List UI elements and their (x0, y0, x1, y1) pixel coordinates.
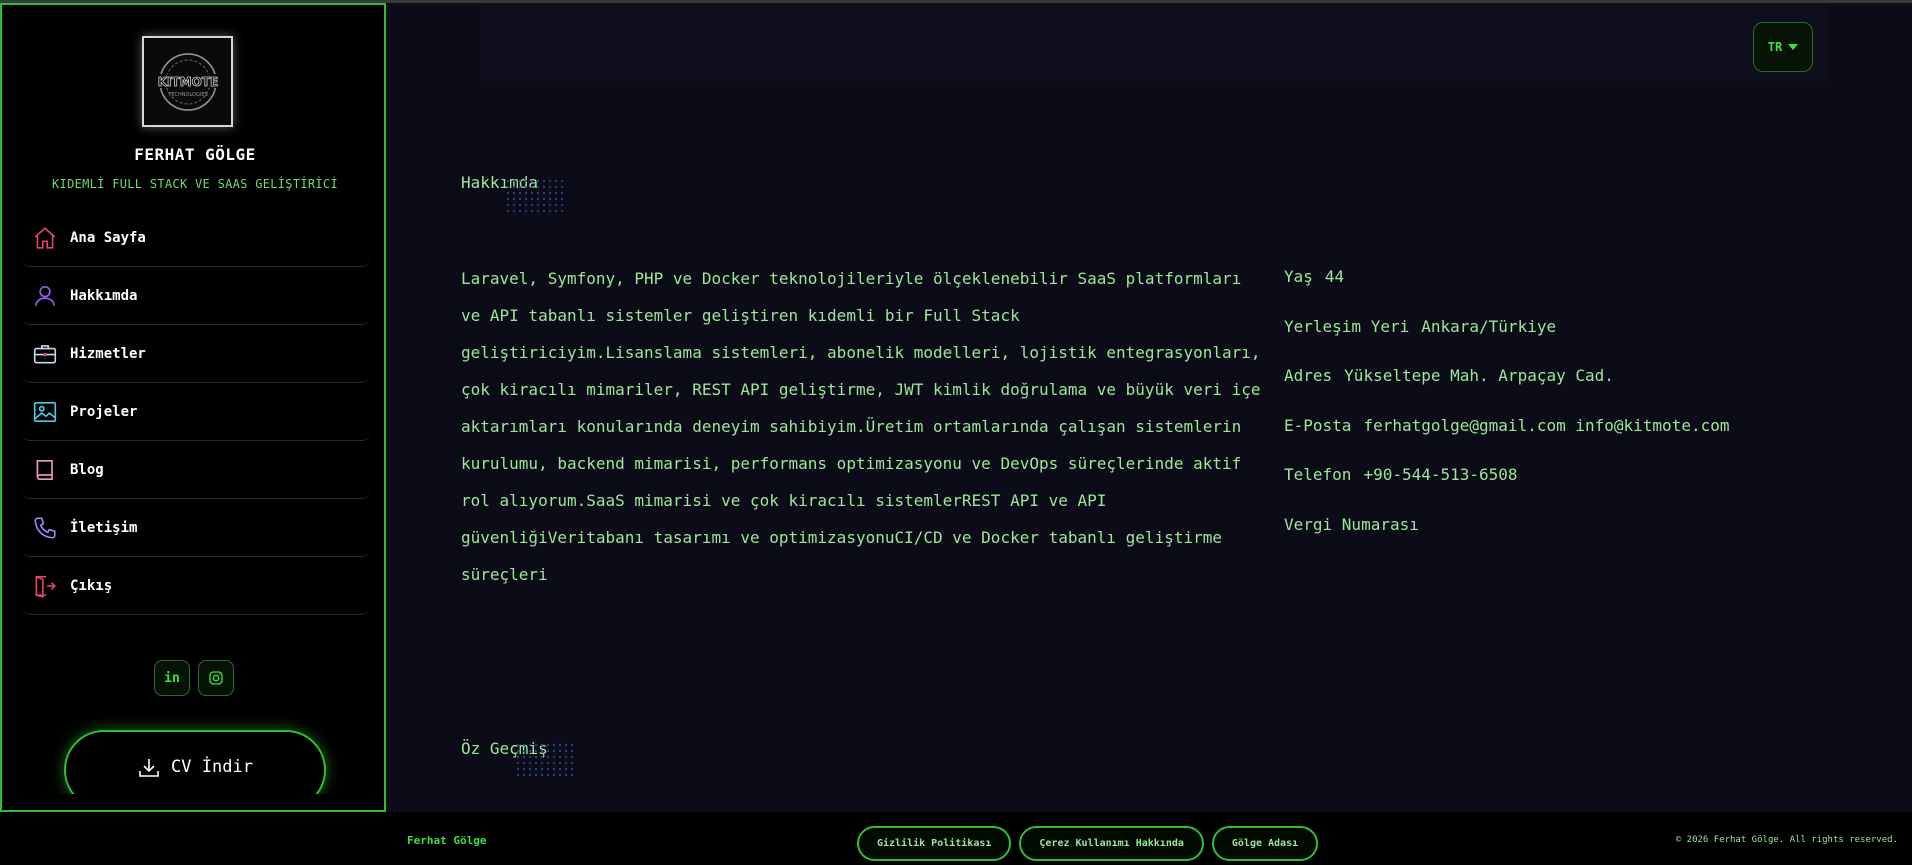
svg-text:KITMOTE: KITMOTE (157, 75, 217, 89)
sidebar-item-blog[interactable]: Blog (22, 441, 370, 499)
sidebar-item-label: Ana Sayfa (70, 229, 146, 246)
personal-info: Yaş 44 Yerleşim Yeri Ankara/Türkiye Adres Y… (1284, 260, 1729, 557)
briefcase-icon (30, 339, 60, 369)
footer-copyright: © 2026 Ferhat Gölge. All rights reserved… (1675, 835, 1898, 845)
sidebar-item-contact[interactable]: İletişim (22, 499, 370, 557)
kitmote-logo-icon: KITMOTE TECHNOLOGIES (153, 52, 222, 111)
sidebar-nav: Ana Sayfa Hakkımda Hizmetler Projeler Bl… (22, 209, 370, 615)
info-location: Yerleşim Yeri Ankara/Türkiye (1284, 310, 1729, 360)
download-icon (139, 759, 159, 777)
dots-decoration (515, 742, 573, 776)
info-age: Yaş 44 (1284, 260, 1729, 310)
profile-name: FERHAT GÖLGE (134, 145, 256, 164)
info-label: Vergi Numarası (1284, 514, 1419, 534)
sidebar-item-home[interactable]: Ana Sayfa (22, 209, 370, 267)
info-label: Yerleşim Yeri (1284, 316, 1410, 336)
header-bar (480, 3, 1826, 81)
sidebar-item-label: Blog (70, 461, 104, 478)
cv-download-label: CV İndir (171, 757, 253, 777)
info-value: Yükseltepe Mah. Arpaçay Cad. (1344, 366, 1614, 385)
svg-text:TECHNOLOGIES: TECHNOLOGIES (167, 92, 207, 98)
instagram-button[interactable] (198, 660, 234, 696)
sidebar-item-label: Hizmetler (70, 345, 146, 362)
sidebar-item-services[interactable]: Hizmetler (22, 325, 370, 383)
golge-adasi-link[interactable]: Gölge Adası (1211, 826, 1319, 861)
info-label: E-Posta (1284, 415, 1352, 435)
sidebar-item-label: İletişim (70, 519, 138, 536)
footer-links: Gizlilik Politikası Çerez Kullanımı Hakk… (857, 826, 1319, 861)
info-value: Ankara/Türkiye (1421, 316, 1557, 336)
image-icon (30, 397, 60, 427)
phone-icon (30, 513, 60, 543)
user-icon (30, 281, 60, 311)
privacy-policy-link[interactable]: Gizlilik Politikası (857, 826, 1012, 861)
book-icon (30, 455, 60, 485)
sidebar-item-label: Projeler (70, 403, 138, 420)
sidebar-item-about[interactable]: Hakkımda (22, 267, 370, 325)
linkedin-button[interactable]: in (154, 660, 190, 696)
info-label: Telefon (1284, 465, 1352, 484)
sidebar-item-logout[interactable]: Çıkış (22, 557, 370, 615)
sidebar-item-projects[interactable]: Projeler (22, 383, 370, 441)
about-description: Laravel, Symfony, PHP ve Docker teknoloj… (461, 269, 1261, 584)
info-label: Yaş (1284, 267, 1313, 286)
language-label: TR (1767, 40, 1783, 54)
linkedin-icon: in (164, 670, 180, 686)
social-links: in (154, 660, 234, 696)
footer: Ferhat Gölge Gizlilik Politikası Çerez K… (0, 812, 1912, 865)
info-value: ferhatgolge@gmail.com info@kitmote.com (1363, 415, 1730, 435)
info-email: E-Posta ferhatgolge@gmail.com info@kitmot… (1284, 409, 1729, 459)
sidebar-item-label: Çıkış (70, 577, 113, 594)
info-phone: Telefon +90-544-513-6508 (1284, 458, 1729, 508)
info-label: Adres (1284, 366, 1333, 385)
logo: KITMOTE TECHNOLOGIES (142, 36, 233, 127)
info-tax-number: Vergi Numarası (1284, 508, 1729, 558)
footer-brand: Ferhat Gölge (407, 834, 487, 847)
sidebar-item-label: Hakkımda (70, 287, 138, 304)
sidebar-bottom-mask (2, 794, 384, 810)
home-icon (30, 223, 60, 253)
logout-icon (30, 571, 60, 601)
info-address: Adres Yükseltepe Mah. Arpaçay Cad. (1284, 359, 1729, 409)
instagram-icon (209, 671, 223, 685)
chevron-down-icon (1788, 44, 1799, 50)
sidebar: KITMOTE TECHNOLOGIES FERHAT GÖLGE KIDEML… (0, 3, 386, 812)
info-value: 44 (1324, 267, 1345, 286)
cookie-policy-link[interactable]: Çerez Kullanımı Hakkında (1019, 826, 1204, 861)
language-selector[interactable]: TR (1753, 22, 1813, 72)
profile-subtitle: KIDEMLİ FULL STACK VE SAAS GELİŞTİRİCİ (52, 177, 338, 191)
dots-decoration (505, 178, 563, 212)
info-value: +90-544-513-6508 (1363, 465, 1518, 484)
